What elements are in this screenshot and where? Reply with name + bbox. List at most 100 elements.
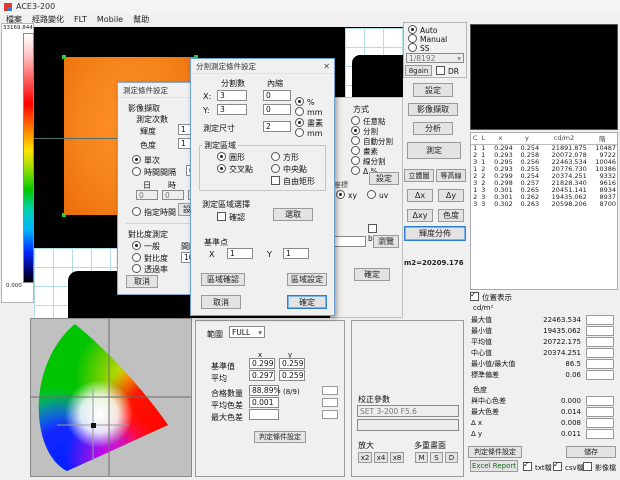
pass-count-field: 88.89% [249,385,279,396]
zoom-scale-button[interactable]: x2 [358,452,372,463]
csv-file-checkbox[interactable]: csv檔 [553,462,584,473]
region-set-button[interactable]: 區域設定 [287,273,327,286]
base-y-field[interactable]: 1 [283,248,309,259]
inset-label: 內縮 [267,78,283,89]
chroma-button[interactable]: 色度 [438,209,464,222]
table-row[interactable]: 320.2980.25721828.3409616 [471,180,617,187]
x-division-field[interactable]: 3 [217,90,247,101]
image-file-checkbox[interactable]: 影像檔 [583,462,616,473]
menu-item[interactable]: 幫助 [133,14,149,25]
bitmap-path-field[interactable] [334,236,366,247]
range-dropdown[interactable]: FULL▾ [229,326,265,338]
day-field[interactable]: 0 [136,190,158,200]
zoom-scale-button[interactable]: x8 [390,452,404,463]
capture-button[interactable]: 影像擷取 [408,103,458,116]
method-panel: 方式 任意點分割自動分割畫素線分割Δ % 設定 座標 xy uv bitmap … [330,97,403,318]
shutter-dropdown[interactable]: 1/8192▾ [406,53,464,63]
analyze-button[interactable]: 分析 [413,122,453,135]
free-rect-checkbox[interactable]: 自由矩形 [271,176,315,187]
gain-button[interactable]: 8gain [405,65,432,76]
contour-button[interactable]: 等高線 [436,169,466,182]
table-row[interactable]: 120.2930.25520776.73010386 [471,166,617,173]
y-inset-field[interactable]: 0 [263,104,291,115]
result-thumbnail-view[interactable] [470,24,618,130]
excel-report-button[interactable]: Excel Report [470,460,518,472]
split-dialog-titlebar[interactable]: 分割測定條件設定 ✕ [191,59,334,74]
table-header: cd/m2 [540,133,588,145]
menu-item[interactable]: Mobile [97,15,123,24]
multi-screen-button[interactable]: D [445,452,458,463]
ss-radio[interactable]: SS [408,43,430,53]
confirm-checkbox[interactable]: 確認 [217,212,245,223]
inset-mm-radio[interactable]: mm [295,107,323,117]
table-row[interactable]: 110.2940.25421891.87510487 [471,145,617,153]
menu-item[interactable]: FLT [74,15,87,24]
x-row-label: X: [203,92,211,101]
hour-field[interactable]: 0 [162,190,184,200]
base-x-label: X [209,250,214,259]
multi-screen-button[interactable]: M [415,452,428,463]
chroma-stats: 與中心色差0.000最大色差0.014Δ x0.008Δ y0.011 [471,395,614,439]
coord-uv-radio[interactable]: uv [367,190,388,200]
table-row[interactable]: 130.3010.26520451.1418934 [471,187,617,194]
multi-screen-button[interactable]: S [430,452,443,463]
cross-point-radio[interactable]: 交叉點 [217,164,253,175]
interval-radio[interactable]: 時間間隔 [132,167,176,178]
avg-colordiff-label: 平均色差 [211,400,243,411]
dr-checkbox[interactable]: DR [436,66,459,76]
base-x-field[interactable]: 1 [227,248,253,259]
reference-x-field[interactable]: 0.299 [249,358,275,369]
single-radio[interactable]: 單次 [132,155,160,166]
save-button[interactable]: 儲存 [566,446,616,458]
size-field[interactable]: 2 [263,121,291,132]
cie-chromaticity-diagram[interactable] [30,318,192,477]
measurement-table-panel[interactable]: CLxycd/m2階110.2940.25421891.87510487210.… [470,132,618,290]
split-ok-button[interactable]: 確定 [287,295,327,309]
square-radio[interactable]: 方形 [271,152,299,163]
division-label: 分割數 [221,78,245,89]
zoom-scale-button[interactable]: x4 [374,452,388,463]
set-button[interactable]: 設定 [413,83,453,97]
coord-xy-radio[interactable]: xy [336,190,357,200]
average-x-field[interactable]: 0.297 [249,370,275,381]
table-row[interactable]: 220.2990.25420374.2519332 [471,173,617,180]
specified-time-radio[interactable]: 指定時間 [132,207,176,218]
general-radio[interactable]: 一般 [132,241,160,252]
pick-button[interactable]: 選取 [273,208,313,221]
delta-y-button[interactable]: Δy [438,189,464,202]
colorbar-min-label: 0.000 [6,283,22,289]
circle-radio[interactable]: 圓形 [217,152,245,163]
plot3d-button[interactable]: 立體圖 [404,169,434,182]
table-row[interactable]: 330.3020.26320598.2068700 [471,201,617,208]
menu-item[interactable]: 經路變化 [32,14,64,25]
size-mm-radio[interactable]: mm [295,128,323,138]
inset-percent-radio[interactable]: % [295,97,315,107]
browse-button[interactable]: 瀏覽 [373,235,399,248]
judge-condition-button[interactable]: 判定條件設定 [468,446,522,458]
method-ok-button[interactable]: 確定 [354,268,390,281]
x-inset-field[interactable]: 0 [263,90,291,101]
center-point-radio[interactable]: 中央點 [271,164,307,175]
contrast-radio[interactable]: 對比度 [132,253,168,264]
luminance-distribution-button[interactable]: 輝度分佈 [404,226,466,241]
delta-xy-button[interactable]: Δxy [407,209,433,222]
txt-file-checkbox[interactable]: txt檔 [523,462,552,473]
reference-y-field[interactable]: 0.259 [279,358,305,369]
measure-button[interactable]: 測定 [407,142,461,159]
judge-condition-set-button[interactable]: 判定條件設定 [254,431,306,443]
y-division-field[interactable]: 3 [217,104,247,115]
roi-corner-marker [62,213,66,217]
transmittance-radio[interactable]: 透過率 [132,264,168,275]
chroma-stat-row: 最大色差0.014 [471,406,614,417]
chroma-count-label: 色度 [140,140,156,151]
measure-cancel-button[interactable]: 取消 [126,275,158,288]
method-set-button[interactable]: 設定 [369,172,399,185]
pass-count-label: 合格數量 [211,388,243,399]
average-y-field[interactable]: 0.259 [279,370,305,381]
position-display-checkbox[interactable]: 位置表示 [470,292,512,303]
delta-x-button[interactable]: Δx [407,189,433,202]
table-row[interactable]: 230.3010.26219435.0628937 [471,194,617,201]
region-confirm-button[interactable]: 區域確認 [201,273,245,286]
close-icon[interactable]: ✕ [323,62,330,71]
split-cancel-button[interactable]: 取消 [201,295,241,309]
